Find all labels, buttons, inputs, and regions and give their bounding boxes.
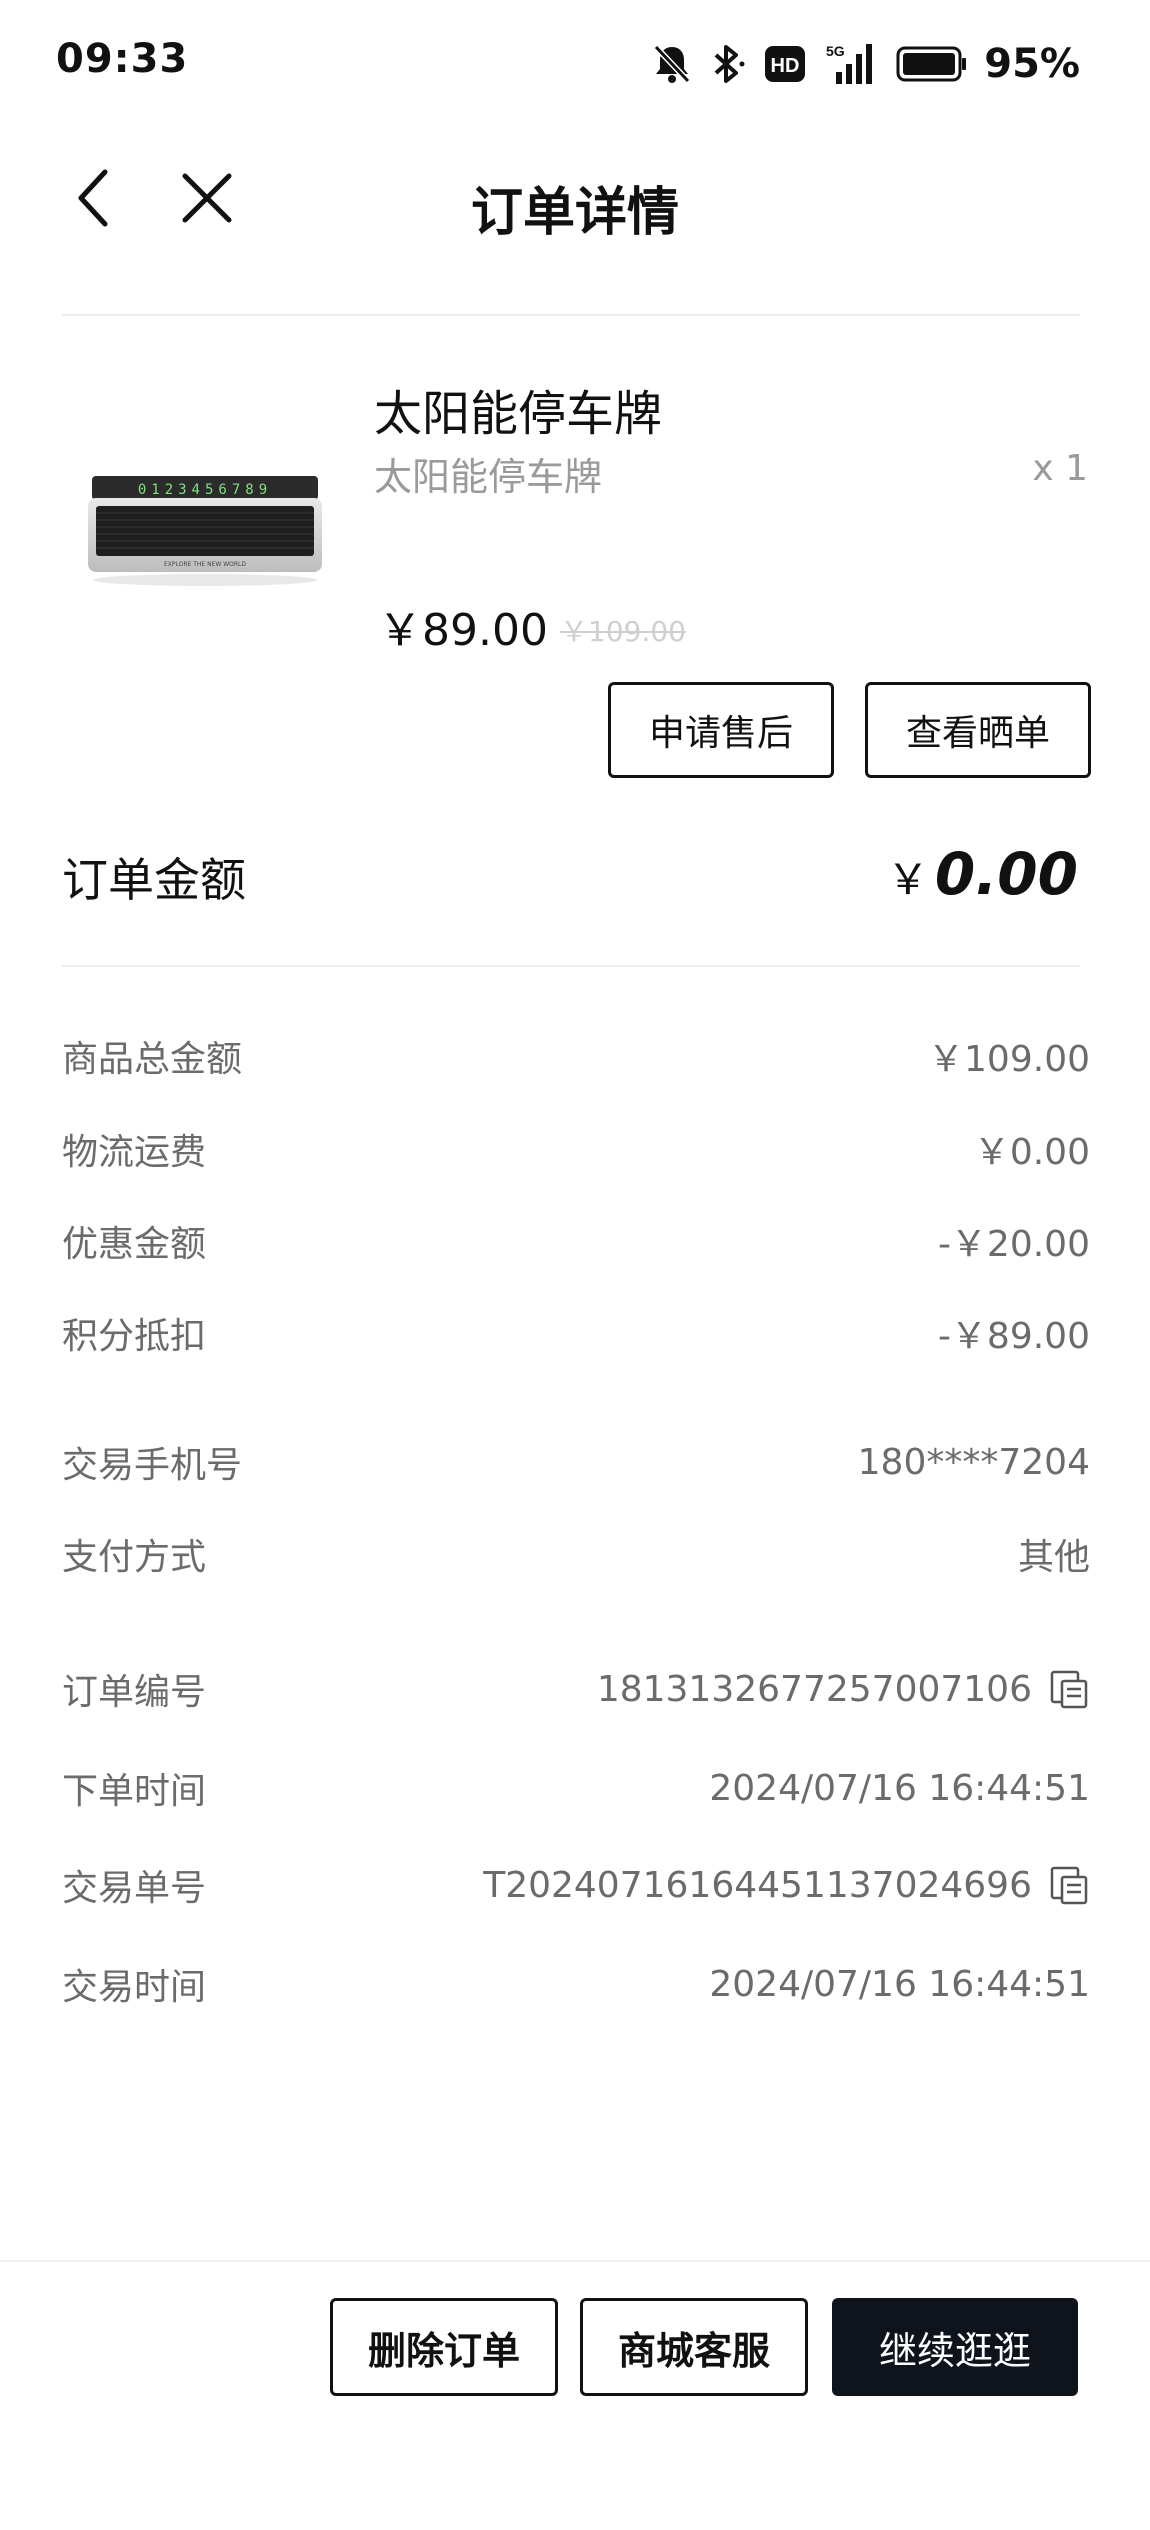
divider — [62, 314, 1080, 316]
order-row-transaction-number: 交易单号 T20240716164451137024696 — [62, 1860, 1090, 1910]
payment-row-phone: 交易手机号 180****7204 — [62, 1437, 1090, 1487]
amount-row-shipping: 物流运费 ￥0.00 — [62, 1124, 1090, 1174]
order-number-text: 1813132677257007106 — [596, 1668, 1032, 1710]
detail-label: 订单编号 — [62, 1672, 207, 1713]
detail-value: 1813132677257007106 — [597, 1668, 1090, 1710]
mute-bell-icon — [652, 43, 692, 85]
copy-icon[interactable] — [1048, 1864, 1090, 1906]
plate-caption: EXPLORE THE NEW WORLD — [164, 561, 246, 568]
order-amount-number: 0.00 — [934, 840, 1078, 908]
detail-label: 物流运费 — [62, 1132, 207, 1173]
svg-text:5G: 5G — [826, 43, 845, 59]
amount-row-points: 积分抵扣 -￥89.00 — [62, 1308, 1090, 1358]
detail-value: 2024/07/16 16:44:51 — [709, 1963, 1090, 2005]
svg-text:HD: HD — [771, 55, 800, 77]
detail-value: 其他 — [1017, 1537, 1090, 1578]
view-review-button[interactable]: 查看晒单 — [865, 682, 1091, 778]
detail-label: 支付方式 — [62, 1537, 207, 1578]
nav-bar: 订单详情 — [0, 140, 1150, 260]
detail-value: 180****7204 — [857, 1441, 1090, 1483]
transaction-number-text: T20240716164451137024696 — [483, 1864, 1032, 1906]
detail-value: 2024/07/16 16:44:51 — [709, 1767, 1090, 1809]
order-amount-value: ￥ 0.00 — [887, 840, 1078, 908]
detail-label: 交易手机号 — [62, 1445, 243, 1486]
order-row-created-time: 下单时间 2024/07/16 16:44:51 — [62, 1763, 1090, 1813]
battery-percentage: 95% — [984, 41, 1080, 87]
product-quantity: x 1 — [1032, 448, 1088, 489]
detail-value: T20240716164451137024696 — [483, 1864, 1090, 1906]
detail-value: ￥109.00 — [928, 1039, 1090, 1080]
page-title: 订单详情 — [470, 183, 679, 243]
detail-value: ￥0.00 — [973, 1132, 1090, 1173]
divider — [62, 965, 1080, 967]
continue-shopping-button[interactable]: 继续逛逛 — [832, 2298, 1078, 2396]
bluetooth-icon — [708, 43, 748, 85]
bottom-action-bar: 删除订单 商城客服 继续逛逛 — [0, 2260, 1150, 2530]
detail-label: 交易单号 — [62, 1868, 207, 1909]
order-row-transaction-time: 交易时间 2024/07/16 16:44:51 — [62, 1959, 1090, 2009]
order-amount-currency: ￥ — [886, 855, 929, 904]
detail-label: 下单时间 — [62, 1771, 207, 1812]
detail-value: -￥20.00 — [937, 1224, 1090, 1265]
status-bar: 09:33 HD 5G 95% — [0, 0, 1150, 130]
5g-signal-icon: 5G — [822, 42, 880, 86]
plate-digits: 0123456789 — [138, 482, 272, 498]
detail-label: 商品总金额 — [62, 1039, 243, 1080]
product-price: ￥89.00 — [378, 605, 548, 656]
order-row-number: 订单编号 1813132677257007106 — [62, 1664, 1090, 1714]
product-name[interactable]: 太阳能停车牌 — [374, 374, 662, 444]
status-time: 09:33 — [56, 36, 189, 82]
detail-label: 交易时间 — [62, 1967, 207, 2008]
status-icons: HD 5G 95% — [652, 40, 1080, 88]
product-spec: 太阳能停车牌 — [374, 455, 603, 499]
product-original-price: ￥109.00 — [560, 615, 686, 648]
detail-label: 优惠金额 — [62, 1224, 207, 1265]
detail-label: 积分抵扣 — [62, 1316, 207, 1357]
detail-value: -￥89.00 — [937, 1316, 1090, 1357]
product-image[interactable]: 0123456789 EXPLORE THE NEW WORLD — [70, 380, 340, 650]
after-sale-button[interactable]: 申请售后 — [608, 682, 834, 778]
hd-icon: HD — [764, 44, 806, 84]
delete-order-button[interactable]: 删除订单 — [330, 2298, 558, 2396]
customer-service-button[interactable]: 商城客服 — [580, 2298, 808, 2396]
battery-icon — [896, 44, 968, 84]
copy-icon[interactable] — [1048, 1668, 1090, 1710]
order-amount-label: 订单金额 — [62, 853, 246, 907]
amount-row-goods-total: 商品总金额 ￥109.00 — [62, 1031, 1090, 1081]
payment-row-method: 支付方式 其他 — [62, 1529, 1090, 1579]
amount-row-discount: 优惠金额 -￥20.00 — [62, 1216, 1090, 1266]
